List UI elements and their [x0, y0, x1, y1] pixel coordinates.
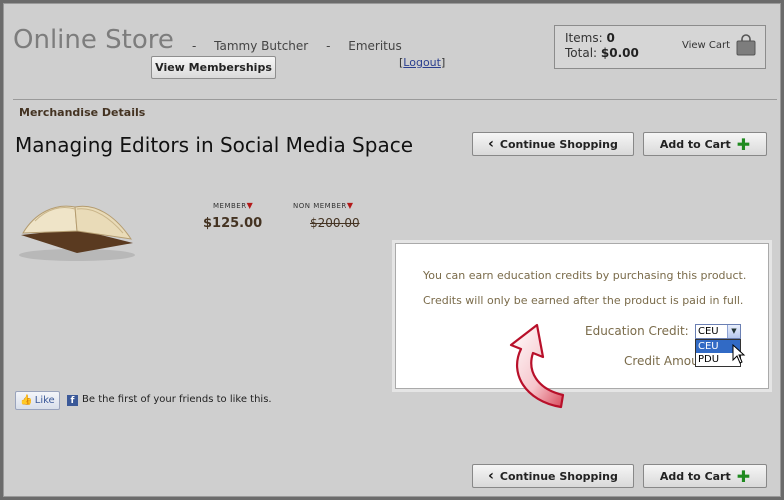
- view-memberships-button[interactable]: View Memberships: [151, 56, 276, 79]
- book-icon: [19, 205, 135, 261]
- chevron-left-icon: ‹: [488, 136, 494, 152]
- header-divider: [13, 99, 777, 100]
- product-title: Managing Editors in Social Media Space: [15, 133, 414, 157]
- user-info: - Tammy Butcher - Emeritus: [192, 39, 416, 53]
- chevron-left-icon: ‹: [488, 468, 494, 484]
- logout-link[interactable]: Logout: [403, 56, 441, 69]
- plus-icon: ✚: [736, 466, 751, 486]
- cart-summary: Items: 0 Total: $0.00 View Cart: [554, 25, 766, 69]
- add-to-cart-button[interactable]: Add to Cart ✚: [643, 132, 767, 156]
- credit-notice-text: Credits will only be earned after the pr…: [423, 294, 744, 307]
- cursor-icon: [732, 344, 746, 364]
- view-cart-link[interactable]: View Cart: [682, 40, 730, 51]
- curved-arrow-icon: [509, 323, 565, 409]
- cart-items: Items: 0: [565, 31, 615, 45]
- chevron-down-icon[interactable]: ▼: [727, 325, 740, 338]
- continue-shopping-button[interactable]: ‹ Continue Shopping: [472, 132, 634, 156]
- separator: -: [192, 39, 197, 53]
- plus-icon: ✚: [736, 134, 751, 154]
- section-label: Merchandise Details: [19, 106, 146, 119]
- education-credit-select[interactable]: CEU ▼: [695, 324, 741, 339]
- nonmember-price: $200.00: [310, 216, 360, 230]
- member-price-label: MEMBER▼: [213, 201, 254, 210]
- user-name: Tammy Butcher: [214, 39, 309, 53]
- shopping-bag-icon[interactable]: [735, 34, 757, 56]
- credit-info-text: You can earn education credits by purcha…: [423, 269, 747, 282]
- cart-total-value: $0.00: [600, 46, 639, 60]
- cart-items-count: 0: [606, 31, 615, 45]
- education-credit-label: Education Credit:: [585, 324, 689, 338]
- cart-total: Total: $0.00: [565, 46, 639, 60]
- facebook-like-button[interactable]: 👍 Like: [15, 391, 60, 410]
- add-to-cart-button-bottom[interactable]: Add to Cart ✚: [643, 464, 767, 488]
- separator: -: [326, 39, 331, 53]
- facebook-icon: f: [67, 395, 78, 406]
- like-prompt-text: Be the first of your friends to like thi…: [82, 394, 272, 405]
- nonmember-price-label: NON MEMBER▼: [293, 201, 354, 210]
- member-type: Emeritus: [348, 39, 402, 53]
- thumbs-up-icon: 👍: [20, 395, 33, 406]
- store-title: Online Store: [13, 25, 174, 55]
- logout-link-wrapper: [Logout]: [399, 56, 446, 69]
- member-price: $125.00: [203, 216, 263, 231]
- continue-shopping-button-bottom[interactable]: ‹ Continue Shopping: [472, 464, 634, 488]
- store-page: Online Store - Tammy Butcher - Emeritus …: [0, 0, 784, 500]
